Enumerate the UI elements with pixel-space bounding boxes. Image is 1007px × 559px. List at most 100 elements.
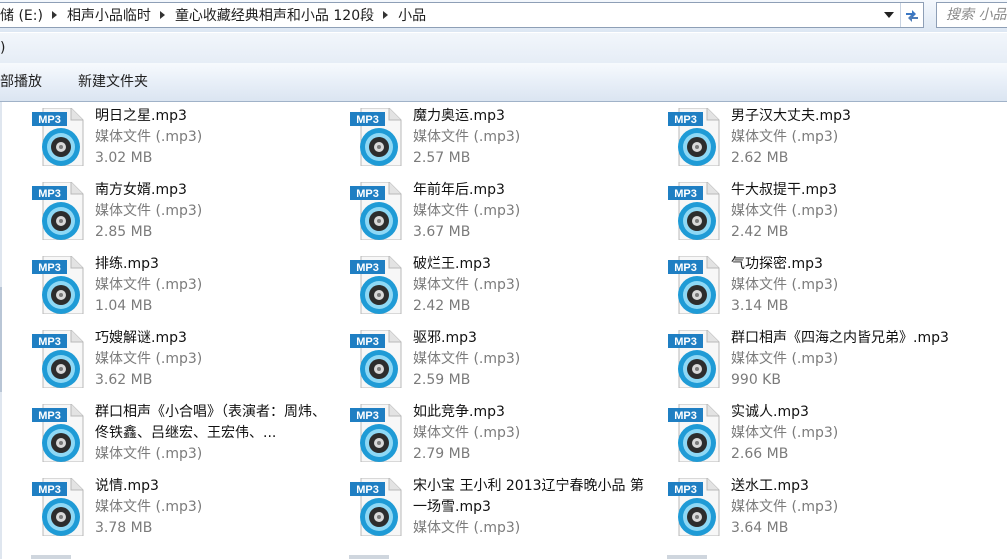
svg-text:MP3: MP3 bbox=[356, 336, 379, 348]
file-size: 2.85 MB bbox=[95, 224, 153, 240]
mp3-file-icon: MP3 bbox=[31, 329, 87, 389]
file-name: 群口相声《小合唱》（表演者：周炜、佟铁鑫、吕继宏、王宏伟、... bbox=[95, 404, 326, 441]
breadcrumb-separator-icon[interactable] bbox=[383, 11, 389, 19]
file-type: 媒体文件 (.mp3) bbox=[95, 499, 203, 515]
file-item[interactable]: MP3 送水工.mp3 媒体文件 (.mp3) 3.64 MB bbox=[667, 472, 967, 542]
file-list-view: MP3 明日之星.mp3 媒体文件 (.mp3) 3.02 MB MP3 南方女婿.mp3… bbox=[0, 102, 1007, 559]
file-type: 媒体文件 (.mp3) bbox=[95, 129, 203, 145]
file-size: 3.67 MB bbox=[413, 224, 471, 240]
file-name: 实诚人.mp3 bbox=[731, 404, 809, 420]
file-type: 媒体文件 (.mp3) bbox=[731, 351, 839, 367]
navigation-pane-edge bbox=[0, 102, 2, 559]
file-size: 3.78 MB bbox=[95, 520, 153, 536]
file-type: 媒体文件 (.mp3) bbox=[413, 277, 521, 293]
file-item[interactable]: MP3 男子汉大丈夫.mp3 媒体文件 (.mp3) 2.62 MB bbox=[667, 102, 967, 172]
file-size: 990 KB bbox=[731, 372, 781, 388]
file-size: 2.59 MB bbox=[413, 372, 471, 388]
mp3-file-icon: MP3 bbox=[349, 477, 405, 537]
svg-text:MP3: MP3 bbox=[674, 410, 697, 422]
file-item[interactable]: MP3 群口相声《小合唱》（表演者：周炜、佟铁鑫、吕继宏、王宏伟、... 媒体文件 … bbox=[31, 398, 331, 468]
file-item-partial[interactable] bbox=[31, 549, 87, 559]
file-name: 破烂王.mp3 bbox=[413, 256, 491, 272]
svg-text:MP3: MP3 bbox=[674, 114, 697, 126]
file-name: 牛大叔提干.mp3 bbox=[731, 182, 837, 198]
play-all-button[interactable]: 部播放 bbox=[0, 74, 42, 90]
menu-item-partial[interactable]: ) bbox=[0, 41, 5, 55]
file-item[interactable]: MP3 说情.mp3 媒体文件 (.mp3) 3.78 MB bbox=[31, 472, 331, 542]
breadcrumb-separator-icon[interactable] bbox=[159, 11, 165, 19]
mp3-file-icon: MP3 bbox=[667, 255, 723, 315]
file-name: 群口相声《四海之内皆兄弟》.mp3 bbox=[731, 330, 949, 346]
mp3-file-icon: MP3 bbox=[31, 403, 87, 463]
file-item[interactable]: MP3 实诚人.mp3 媒体文件 (.mp3) 2.66 MB bbox=[667, 398, 967, 468]
file-name: 送水工.mp3 bbox=[731, 478, 809, 494]
new-folder-button[interactable]: 新建文件夹 bbox=[78, 74, 148, 90]
file-type: 媒体文件 (.mp3) bbox=[95, 203, 203, 219]
file-size: 2.42 MB bbox=[413, 298, 471, 314]
file-size: 2.66 MB bbox=[731, 446, 789, 462]
file-type: 媒体文件 (.mp3) bbox=[731, 203, 839, 219]
chevron-down-icon bbox=[884, 12, 894, 18]
svg-text:MP3: MP3 bbox=[356, 188, 379, 200]
file-item[interactable]: MP3 驱邪.mp3 媒体文件 (.mp3) 2.59 MB bbox=[349, 324, 649, 394]
file-name: 男子汉大丈夫.mp3 bbox=[731, 108, 851, 124]
command-bar: 部播放 新建文件夹 bbox=[0, 63, 1007, 102]
file-item[interactable]: MP3 年前年后.mp3 媒体文件 (.mp3) 3.67 MB bbox=[349, 176, 649, 246]
mp3-file-icon: MP3 bbox=[667, 403, 723, 463]
svg-text:MP3: MP3 bbox=[356, 262, 379, 274]
breadcrumb-folder-temp[interactable]: 相声小品临时 bbox=[67, 5, 151, 25]
file-item-partial[interactable] bbox=[349, 549, 405, 559]
file-type: 媒体文件 (.mp3) bbox=[95, 277, 203, 293]
breadcrumb-folder-current[interactable]: 小品 bbox=[398, 5, 426, 25]
mp3-file-icon: MP3 bbox=[349, 255, 405, 315]
address-bar[interactable]: 储 (E:) 相声小品临时 童心收藏经典相声和小品 120段 小品 bbox=[0, 2, 924, 28]
file-size: 2.57 MB bbox=[413, 150, 471, 166]
file-name: 气功探密.mp3 bbox=[731, 256, 823, 272]
svg-text:MP3: MP3 bbox=[674, 188, 697, 200]
file-type: 媒体文件 (.mp3) bbox=[731, 277, 839, 293]
file-item[interactable]: MP3 如此竞争.mp3 媒体文件 (.mp3) 2.79 MB bbox=[349, 398, 649, 468]
svg-text:MP3: MP3 bbox=[356, 410, 379, 422]
file-size: 3.02 MB bbox=[95, 150, 153, 166]
file-item[interactable]: MP3 明日之星.mp3 媒体文件 (.mp3) 3.02 MB bbox=[31, 102, 331, 172]
svg-text:MP3: MP3 bbox=[674, 336, 697, 348]
file-name: 排练.mp3 bbox=[95, 256, 159, 272]
breadcrumb-separator-icon[interactable] bbox=[51, 11, 57, 19]
file-type: 媒体文件 (.mp3) bbox=[413, 425, 521, 441]
svg-text:MP3: MP3 bbox=[38, 410, 61, 422]
file-size: 1.04 MB bbox=[95, 298, 153, 314]
mp3-file-icon: MP3 bbox=[31, 255, 87, 315]
breadcrumb-drive[interactable]: 储 (E:) bbox=[0, 5, 43, 25]
mp3-file-icon: MP3 bbox=[349, 329, 405, 389]
file-item[interactable]: MP3 排练.mp3 媒体文件 (.mp3) 1.04 MB bbox=[31, 250, 331, 320]
address-history-dropdown[interactable] bbox=[880, 3, 898, 27]
file-item[interactable]: MP3 巧嫂解谜.mp3 媒体文件 (.mp3) 3.62 MB bbox=[31, 324, 331, 394]
file-item[interactable]: MP3 魔力奥运.mp3 媒体文件 (.mp3) 2.57 MB bbox=[349, 102, 649, 172]
file-size: 3.62 MB bbox=[95, 372, 153, 388]
file-type: 媒体文件 (.mp3) bbox=[413, 351, 521, 367]
file-type: 媒体文件 (.mp3) bbox=[731, 425, 839, 441]
file-name: 如此竞争.mp3 bbox=[413, 404, 505, 420]
svg-text:MP3: MP3 bbox=[38, 114, 61, 126]
menu-bar: ) bbox=[0, 32, 1007, 64]
svg-text:MP3: MP3 bbox=[38, 336, 61, 348]
svg-text:MP3: MP3 bbox=[674, 262, 697, 274]
svg-text:MP3: MP3 bbox=[38, 262, 61, 274]
refresh-button[interactable] bbox=[900, 3, 923, 27]
file-name: 明日之星.mp3 bbox=[95, 108, 187, 124]
breadcrumb-folder-collection[interactable]: 童心收藏经典相声和小品 120段 bbox=[175, 5, 374, 25]
file-item-partial[interactable] bbox=[667, 549, 723, 559]
file-item[interactable]: MP3 南方女婿.mp3 媒体文件 (.mp3) 2.85 MB bbox=[31, 176, 331, 246]
search-input[interactable]: 搜索 小品 bbox=[936, 2, 1007, 28]
file-type: 媒体文件 (.mp3) bbox=[413, 520, 521, 536]
svg-text:MP3: MP3 bbox=[674, 484, 697, 496]
file-item[interactable]: MP3 牛大叔提干.mp3 媒体文件 (.mp3) 2.42 MB bbox=[667, 176, 967, 246]
file-item[interactable]: MP3 宋小宝 王小利 2013辽宁春晚小品 第一场雪.mp3 媒体文件 (.mp3… bbox=[349, 472, 649, 542]
file-item[interactable]: MP3 群口相声《四海之内皆兄弟》.mp3 媒体文件 (.mp3) 990 KB bbox=[667, 324, 967, 394]
mp3-file-icon: MP3 bbox=[31, 477, 87, 537]
file-item[interactable]: MP3 气功探密.mp3 媒体文件 (.mp3) 3.14 MB bbox=[667, 250, 967, 320]
file-item[interactable]: MP3 破烂王.mp3 媒体文件 (.mp3) 2.42 MB bbox=[349, 250, 649, 320]
file-type: 媒体文件 (.mp3) bbox=[413, 129, 521, 145]
navigation-scrollbar-thumb[interactable] bbox=[0, 287, 2, 392]
mp3-file-icon: MP3 bbox=[31, 181, 87, 241]
